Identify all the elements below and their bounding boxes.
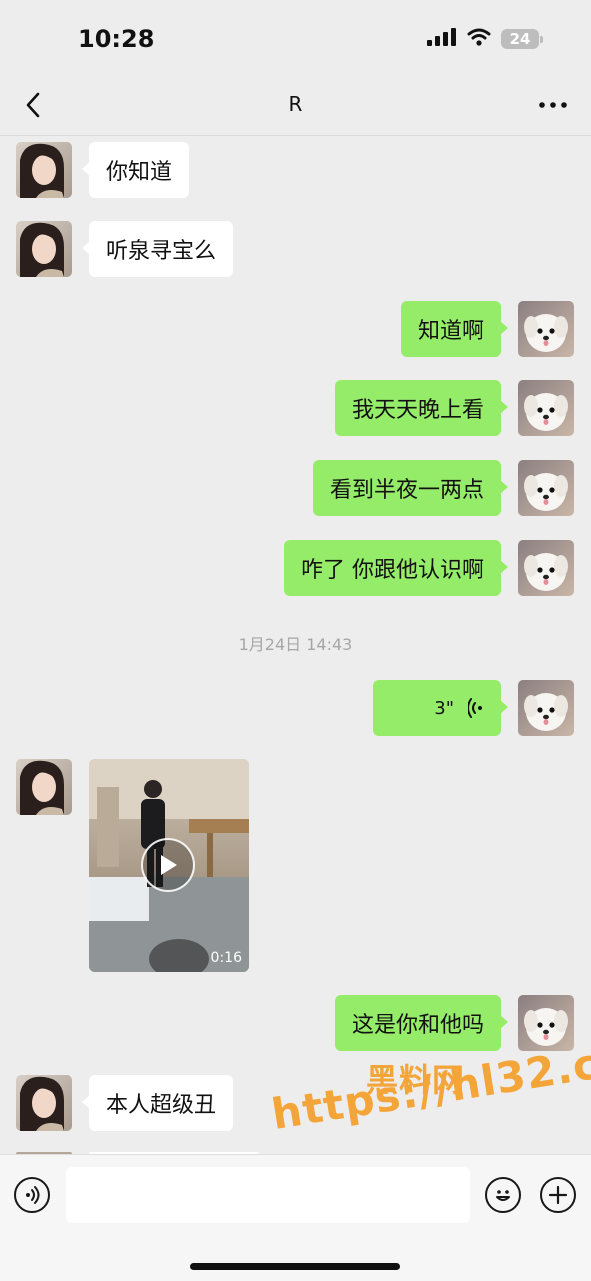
my-avatar[interactable]	[518, 301, 574, 357]
my-avatar[interactable]	[518, 680, 574, 736]
my-avatar[interactable]	[518, 995, 574, 1051]
voice-duration: 3"	[434, 697, 454, 719]
plus-icon	[548, 1185, 568, 1205]
contact-avatar[interactable]	[16, 221, 72, 277]
more-button[interactable]	[533, 88, 573, 122]
more-icon	[539, 102, 567, 108]
video-message[interactable]: 0:16	[89, 759, 249, 972]
battery-indicator: 24	[501, 29, 543, 49]
video-duration: 0:16	[210, 950, 242, 966]
chat-title: R	[288, 92, 303, 116]
signal-icon	[427, 28, 457, 50]
message-timestamp: 1月24日 14:43	[238, 635, 353, 654]
message-bubble[interactable]: 听泉寻宝么	[81, 221, 234, 277]
voice-input-button[interactable]	[14, 1177, 50, 1213]
message-bubble[interactable]: 这是你和他吗	[334, 995, 509, 1051]
message-bubble[interactable]: 知道啊	[400, 301, 509, 357]
input-bar	[0, 1154, 591, 1281]
message-list[interactable]: 你知道 听泉寻宝么 知道啊 我天天晚上看 看到半夜一两点 咋了 你跟他认识啊 1…	[0, 136, 591, 1154]
message-bubble[interactable]: 看到半夜一两点	[312, 460, 509, 516]
status-time: 10:28	[78, 25, 155, 53]
contact-avatar[interactable]	[16, 759, 72, 815]
chat-header: R	[0, 80, 591, 136]
wifi-icon	[467, 28, 491, 50]
voice-wave-icon	[468, 698, 482, 718]
my-avatar[interactable]	[518, 540, 574, 596]
emoji-icon	[496, 1190, 510, 1201]
status-icons: 24	[427, 28, 543, 50]
message-bubble[interactable]: 你知道	[81, 142, 190, 198]
more-functions-button[interactable]	[540, 1177, 576, 1213]
play-icon	[161, 855, 177, 875]
home-indicator	[190, 1263, 400, 1270]
message-bubble[interactable]: 咋了 你跟他认识啊	[284, 540, 508, 596]
play-button[interactable]	[141, 838, 195, 892]
message-bubble[interactable]: 我天天晚上看	[334, 380, 509, 436]
message-input[interactable]	[66, 1167, 470, 1223]
my-avatar[interactable]	[518, 460, 574, 516]
contact-avatar[interactable]	[16, 1075, 72, 1131]
contact-avatar[interactable]	[16, 142, 72, 198]
status-bar: 10:28 24	[0, 0, 591, 80]
voice-input-icon	[26, 1186, 40, 1204]
voice-message-bubble[interactable]: 3"	[373, 680, 508, 736]
emoji-button[interactable]	[485, 1177, 521, 1213]
message-bubble[interactable]: 本人超级丑	[81, 1075, 234, 1131]
my-avatar[interactable]	[518, 380, 574, 436]
